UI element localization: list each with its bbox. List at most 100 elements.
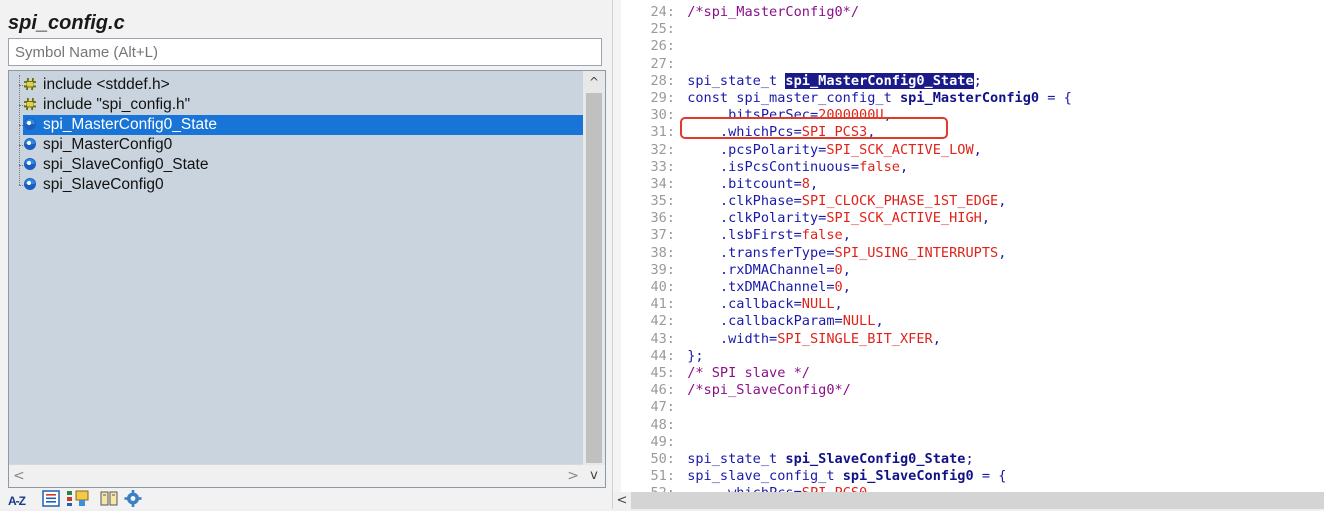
code-line[interactable]: 26:	[623, 38, 1072, 55]
code-line[interactable]: 25:	[623, 21, 1072, 38]
code-line[interactable]: 40: .txDMAChannel=0,	[623, 279, 1072, 296]
line-number: 49:	[650, 433, 675, 450]
scroll-down-button[interactable]: v	[583, 465, 605, 487]
category-view-icon	[67, 490, 89, 506]
code-line[interactable]: 37: .lsbFirst=false,	[623, 227, 1072, 244]
sort-az-button[interactable]: A-Z	[8, 490, 38, 509]
code-token: spi_slave_config_t	[687, 468, 843, 485]
line-number: 38:	[650, 244, 675, 261]
vertical-scrollbar[interactable]: ^	[583, 71, 605, 465]
code-line[interactable]: 27:	[623, 56, 1072, 73]
line-number: 36:	[650, 210, 675, 227]
gear-icon	[124, 490, 142, 507]
code-token: /*spi_SlaveConfig0*/	[687, 382, 851, 399]
scroll-left-button[interactable]: <	[13, 465, 25, 487]
code-line[interactable]: 39: .rxDMAChannel=0,	[623, 262, 1072, 279]
code-line[interactable]: 44: };	[623, 348, 1072, 365]
code-token: NULL	[842, 313, 876, 330]
symbol-label: spi_MasterConfig0_State	[43, 116, 218, 133]
code-line[interactable]: 41: .callback=NULL,	[623, 296, 1072, 313]
code-token: 8	[801, 175, 810, 192]
line-number: 39:	[650, 261, 675, 278]
code-area[interactable]: 24: /*spi_MasterConfig0*/25: 26: 27: 28:…	[623, 4, 1072, 502]
code-line[interactable]: 38: .transferType=SPI_USING_INTERRUPTS,	[623, 245, 1072, 262]
code-token: = {	[973, 468, 1007, 485]
symbol-item[interactable]: include "spi_config.h"	[23, 95, 190, 115]
code-line[interactable]: 35: .clkPhase=SPI_CLOCK_PHASE_1ST_EDGE,	[623, 193, 1072, 210]
code-line[interactable]: 34: .bitcount=8,	[623, 176, 1072, 193]
code-token: spi_state_t	[687, 72, 786, 89]
symbol-item[interactable]: include <stddef.h>	[23, 75, 170, 95]
book-icon	[100, 491, 118, 506]
code-token: ,	[842, 279, 851, 295]
category-view-button[interactable]	[66, 490, 92, 509]
code-line[interactable]: 46: /*spi_SlaveConfig0*/	[623, 382, 1072, 399]
line-number: 44:	[650, 347, 675, 364]
code-token: .clkPolarity=	[687, 210, 827, 227]
editor-scroll-left-button[interactable]: <	[613, 492, 631, 509]
code-token: ,	[842, 261, 851, 278]
scrollbar-thumb[interactable]	[586, 93, 602, 463]
symbol-search-input[interactable]	[8, 38, 602, 66]
code-token: = {	[1039, 89, 1072, 106]
code-editor[interactable]: 24: /*spi_MasterConfig0*/25: 26: 27: 28:…	[613, 0, 1324, 509]
code-line[interactable]: 47:	[623, 399, 1072, 416]
code-line[interactable]: 48:	[623, 417, 1072, 434]
line-number: 42:	[650, 313, 675, 330]
code-line[interactable]: 36: .clkPolarity=SPI_SCK_ACTIVE_HIGH,	[623, 210, 1072, 227]
line-number: 31:	[650, 124, 675, 141]
editor-gutter	[613, 0, 621, 492]
code-token: ,	[899, 158, 909, 175]
list-view-button[interactable]	[42, 490, 62, 509]
variable-icon	[24, 138, 36, 150]
line-number: 35:	[650, 193, 675, 210]
settings-button[interactable]	[124, 490, 144, 509]
symbol-label: include <stddef.h>	[43, 76, 170, 93]
code-line[interactable]: 28: spi_state_t spi_MasterConfig0_State;	[623, 72, 1072, 90]
code-token: .rxDMAChannel=	[687, 261, 835, 278]
code-line[interactable]: 50: spi_state_t spi_SlaveConfig0_State;	[623, 451, 1072, 468]
browse-button[interactable]	[100, 490, 120, 509]
code-token: ,	[998, 244, 1007, 261]
symbol-window: spi_config.c include <stddef.h> include "…	[0, 0, 613, 509]
symbol-item[interactable]: spi_SlaveConfig0_State	[23, 155, 208, 175]
code-line[interactable]: 49:	[623, 434, 1072, 451]
highlight-box	[680, 117, 948, 139]
code-line[interactable]: 33: .isPcsContinuous=false,	[623, 159, 1072, 176]
code-token: spi_SlaveConfig0_State	[785, 450, 966, 467]
code-line[interactable]: 45: /* SPI slave */	[623, 365, 1072, 382]
line-number: 30:	[650, 107, 675, 124]
code-token: ,	[998, 193, 1007, 210]
code-line[interactable]: 51: spi_slave_config_t spi_SlaveConfig0 …	[623, 468, 1072, 485]
code-token: .bitcount=	[687, 175, 802, 192]
code-line[interactable]: 43: .width=SPI_SINGLE_BIT_XFER,	[623, 331, 1072, 348]
code-token: SPI_SCK_ACTIVE_LOW	[826, 141, 974, 158]
code-line[interactable]: 32: .pcsPolarity=SPI_SCK_ACTIVE_LOW,	[623, 142, 1072, 159]
code-token: .callback=	[687, 296, 802, 313]
code-token: .txDMAChannel=	[687, 279, 835, 295]
line-number: 45:	[650, 364, 675, 381]
code-token: ,	[842, 227, 851, 244]
code-line[interactable]: 24: /*spi_MasterConfig0*/	[623, 4, 1072, 21]
code-token: ;	[965, 450, 974, 467]
symbol-item[interactable]: spi_MasterConfig0_State	[23, 115, 583, 135]
line-number: 33:	[650, 158, 675, 175]
file-title: spi_config.c	[8, 12, 125, 34]
code-token: NULL	[801, 296, 835, 313]
code-line[interactable]: 42: .callbackParam=NULL,	[623, 313, 1072, 330]
horizontal-scrollbar[interactable]: < >	[9, 464, 583, 487]
editor-horizontal-scrollbar[interactable]: <	[613, 492, 1324, 509]
variable-icon	[24, 118, 36, 130]
scroll-right-button[interactable]: >	[567, 465, 579, 487]
symbol-tree: include <stddef.h> include "spi_config.h"…	[8, 70, 606, 488]
line-number: 34:	[650, 175, 675, 192]
symbol-item[interactable]: spi_SlaveConfig0	[23, 175, 164, 195]
code-line[interactable]: 29: const spi_master_config_t spi_Master…	[623, 89, 1072, 107]
scroll-up-button[interactable]: ^	[583, 73, 605, 91]
code-token: /*spi_MasterConfig0*/	[687, 4, 860, 20]
line-number: 25:	[650, 21, 675, 38]
line-number: 47:	[650, 399, 675, 416]
code-token: .isPcsContinuous=	[687, 158, 860, 175]
symbol-item[interactable]: spi_MasterConfig0	[23, 135, 172, 155]
code-token: SPI_SINGLE_BIT_XFER	[777, 330, 933, 347]
